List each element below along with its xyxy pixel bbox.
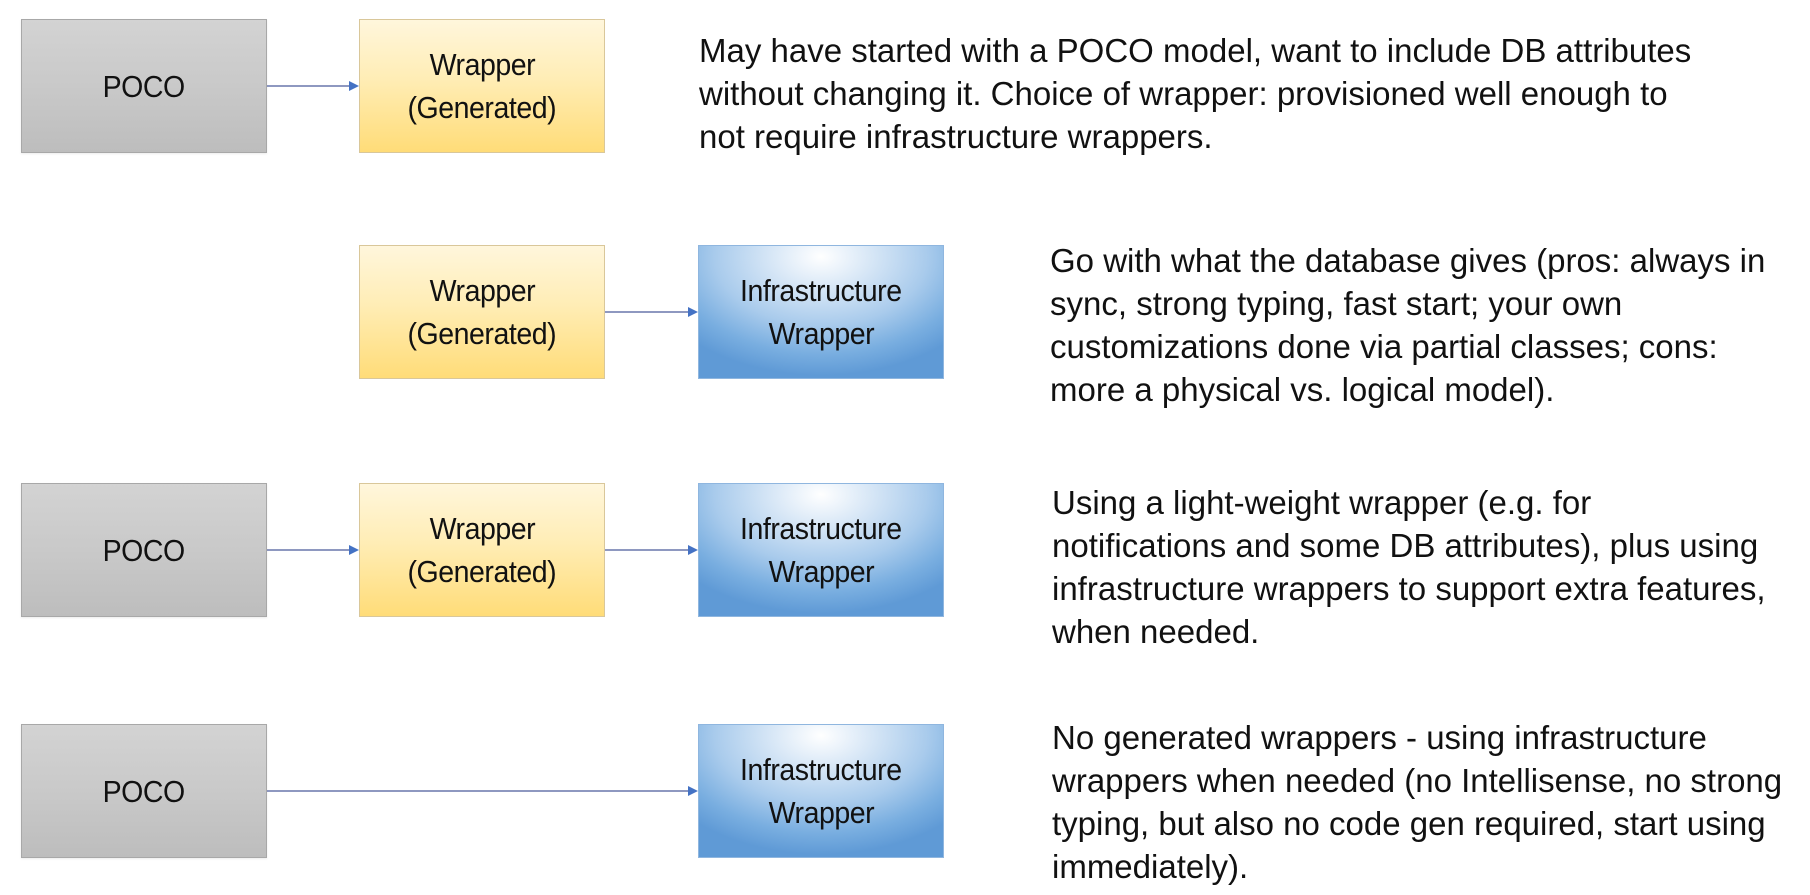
description-row3: Using a light-weight wrapper (e.g. for n…: [1052, 481, 1766, 653]
wrapper-label-line2: (Generated): [407, 554, 557, 589]
description-line: Using a light-weight wrapper (e.g. for: [1052, 484, 1592, 521]
wrapper-generated-box-row3: Wrapper (Generated): [359, 483, 605, 617]
description-line: when needed.: [1052, 613, 1260, 650]
arrow-poco-to-wrapper-row3: [267, 544, 359, 556]
description-line: No generated wrappers - using infrastruc…: [1052, 719, 1707, 756]
infra-label-line2: Wrapper: [768, 316, 874, 351]
description-row2: Go with what the database gives (pros: a…: [1050, 239, 1765, 411]
infra-label-line1: Infrastructure: [740, 511, 902, 546]
poco-box-row4: POCO: [21, 724, 267, 858]
description-line: sync, strong typing, fast start; your ow…: [1050, 285, 1623, 322]
description-line: wrappers when needed (no Intellisense, n…: [1052, 762, 1783, 799]
poco-box-row1: POCO: [21, 19, 267, 153]
description-line: immediately).: [1052, 848, 1249, 885]
wrapper-generated-box-row2: Wrapper (Generated): [359, 245, 605, 379]
wrapper-label-line2: (Generated): [407, 90, 557, 125]
description-row4: No generated wrappers - using infrastruc…: [1052, 716, 1782, 888]
description-row1: May have started with a POCO model, want…: [699, 29, 1691, 158]
wrapper-label-line1: Wrapper: [429, 273, 535, 308]
wrapper-label-line1: Wrapper: [429, 511, 535, 546]
description-line: typing, but also no code gen required, s…: [1052, 805, 1766, 842]
wrapper-generated-box-row1: Wrapper (Generated): [359, 19, 605, 153]
poco-label: POCO: [102, 773, 186, 809]
poco-label: POCO: [102, 532, 186, 568]
infra-label-line1: Infrastructure: [740, 273, 902, 308]
description-line: notifications and some DB attributes), p…: [1052, 527, 1759, 564]
arrow-poco-to-wrapper-row1: [267, 80, 359, 92]
poco-label: POCO: [102, 68, 186, 104]
infra-label-line2: Wrapper: [768, 554, 874, 589]
description-line: more a physical vs. logical model).: [1050, 371, 1555, 408]
infra-label-line2: Wrapper: [768, 795, 874, 830]
description-line: May have started with a POCO model, want…: [699, 32, 1692, 69]
wrapper-label-line2: (Generated): [407, 316, 557, 351]
infra-label-line1: Infrastructure: [740, 752, 902, 787]
arrow-wrapper-to-infra-row2: [605, 306, 698, 318]
description-line: without changing it. Choice of wrapper: …: [699, 75, 1668, 112]
arrow-poco-to-infra-row4: [267, 785, 698, 797]
description-line: customizations done via partial classes;…: [1050, 328, 1718, 365]
poco-box-row3: POCO: [21, 483, 267, 617]
infrastructure-wrapper-box-row2: Infrastructure Wrapper: [698, 245, 944, 379]
description-line: Go with what the database gives (pros: a…: [1050, 242, 1766, 279]
wrapper-label-line1: Wrapper: [429, 47, 535, 82]
arrow-wrapper-to-infra-row3: [605, 544, 698, 556]
description-line: not require infrastructure wrappers.: [699, 118, 1213, 155]
infrastructure-wrapper-box-row3: Infrastructure Wrapper: [698, 483, 944, 617]
infrastructure-wrapper-box-row4: Infrastructure Wrapper: [698, 724, 944, 858]
description-line: infrastructure wrappers to support extra…: [1052, 570, 1766, 607]
